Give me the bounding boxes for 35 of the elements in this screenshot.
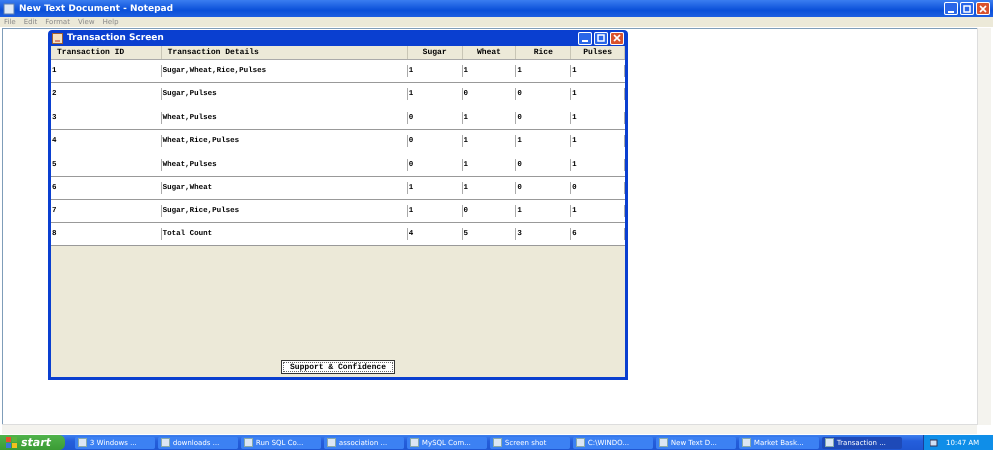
window-icon xyxy=(244,438,253,447)
window-icon xyxy=(160,438,170,447)
column-header[interactable]: Transaction Details xyxy=(162,46,408,59)
dialog-title: Transaction Screen xyxy=(67,33,165,43)
windows-logo-icon xyxy=(6,436,18,448)
window-icon xyxy=(326,438,336,447)
close-button[interactable] xyxy=(610,32,624,44)
start-button[interactable]: start xyxy=(0,435,65,450)
support-confidence-button[interactable]: Support & Confidence xyxy=(280,360,395,374)
column-header[interactable]: Sugar xyxy=(408,46,463,59)
window-icon xyxy=(742,438,751,447)
window-icon xyxy=(824,438,834,447)
close-icon xyxy=(979,4,987,12)
close-button[interactable] xyxy=(976,2,990,15)
minimize-button[interactable] xyxy=(944,2,958,15)
window-icon xyxy=(492,438,502,447)
maximize-button[interactable] xyxy=(594,32,608,44)
column-header[interactable]: Pulses xyxy=(571,46,626,59)
window-title: New Text Document - Notepad xyxy=(19,4,174,14)
minimize-icon xyxy=(582,40,588,42)
horizontal-scrollbar[interactable] xyxy=(2,424,977,434)
window-icon xyxy=(658,438,668,447)
maximize-icon xyxy=(963,4,971,12)
window-icon xyxy=(410,438,419,447)
column-header[interactable]: Wheat xyxy=(462,46,516,59)
close-icon xyxy=(613,34,621,42)
maximize-icon xyxy=(597,34,605,42)
column-header[interactable]: Rice xyxy=(516,46,572,59)
minimize-button[interactable] xyxy=(578,32,592,44)
window-icon xyxy=(78,438,87,447)
window-icon xyxy=(576,438,585,447)
maximize-button[interactable] xyxy=(960,2,974,15)
minimize-icon xyxy=(948,10,954,12)
column-header[interactable]: Transaction ID xyxy=(51,46,162,59)
vertical-scrollbar[interactable] xyxy=(977,28,991,425)
